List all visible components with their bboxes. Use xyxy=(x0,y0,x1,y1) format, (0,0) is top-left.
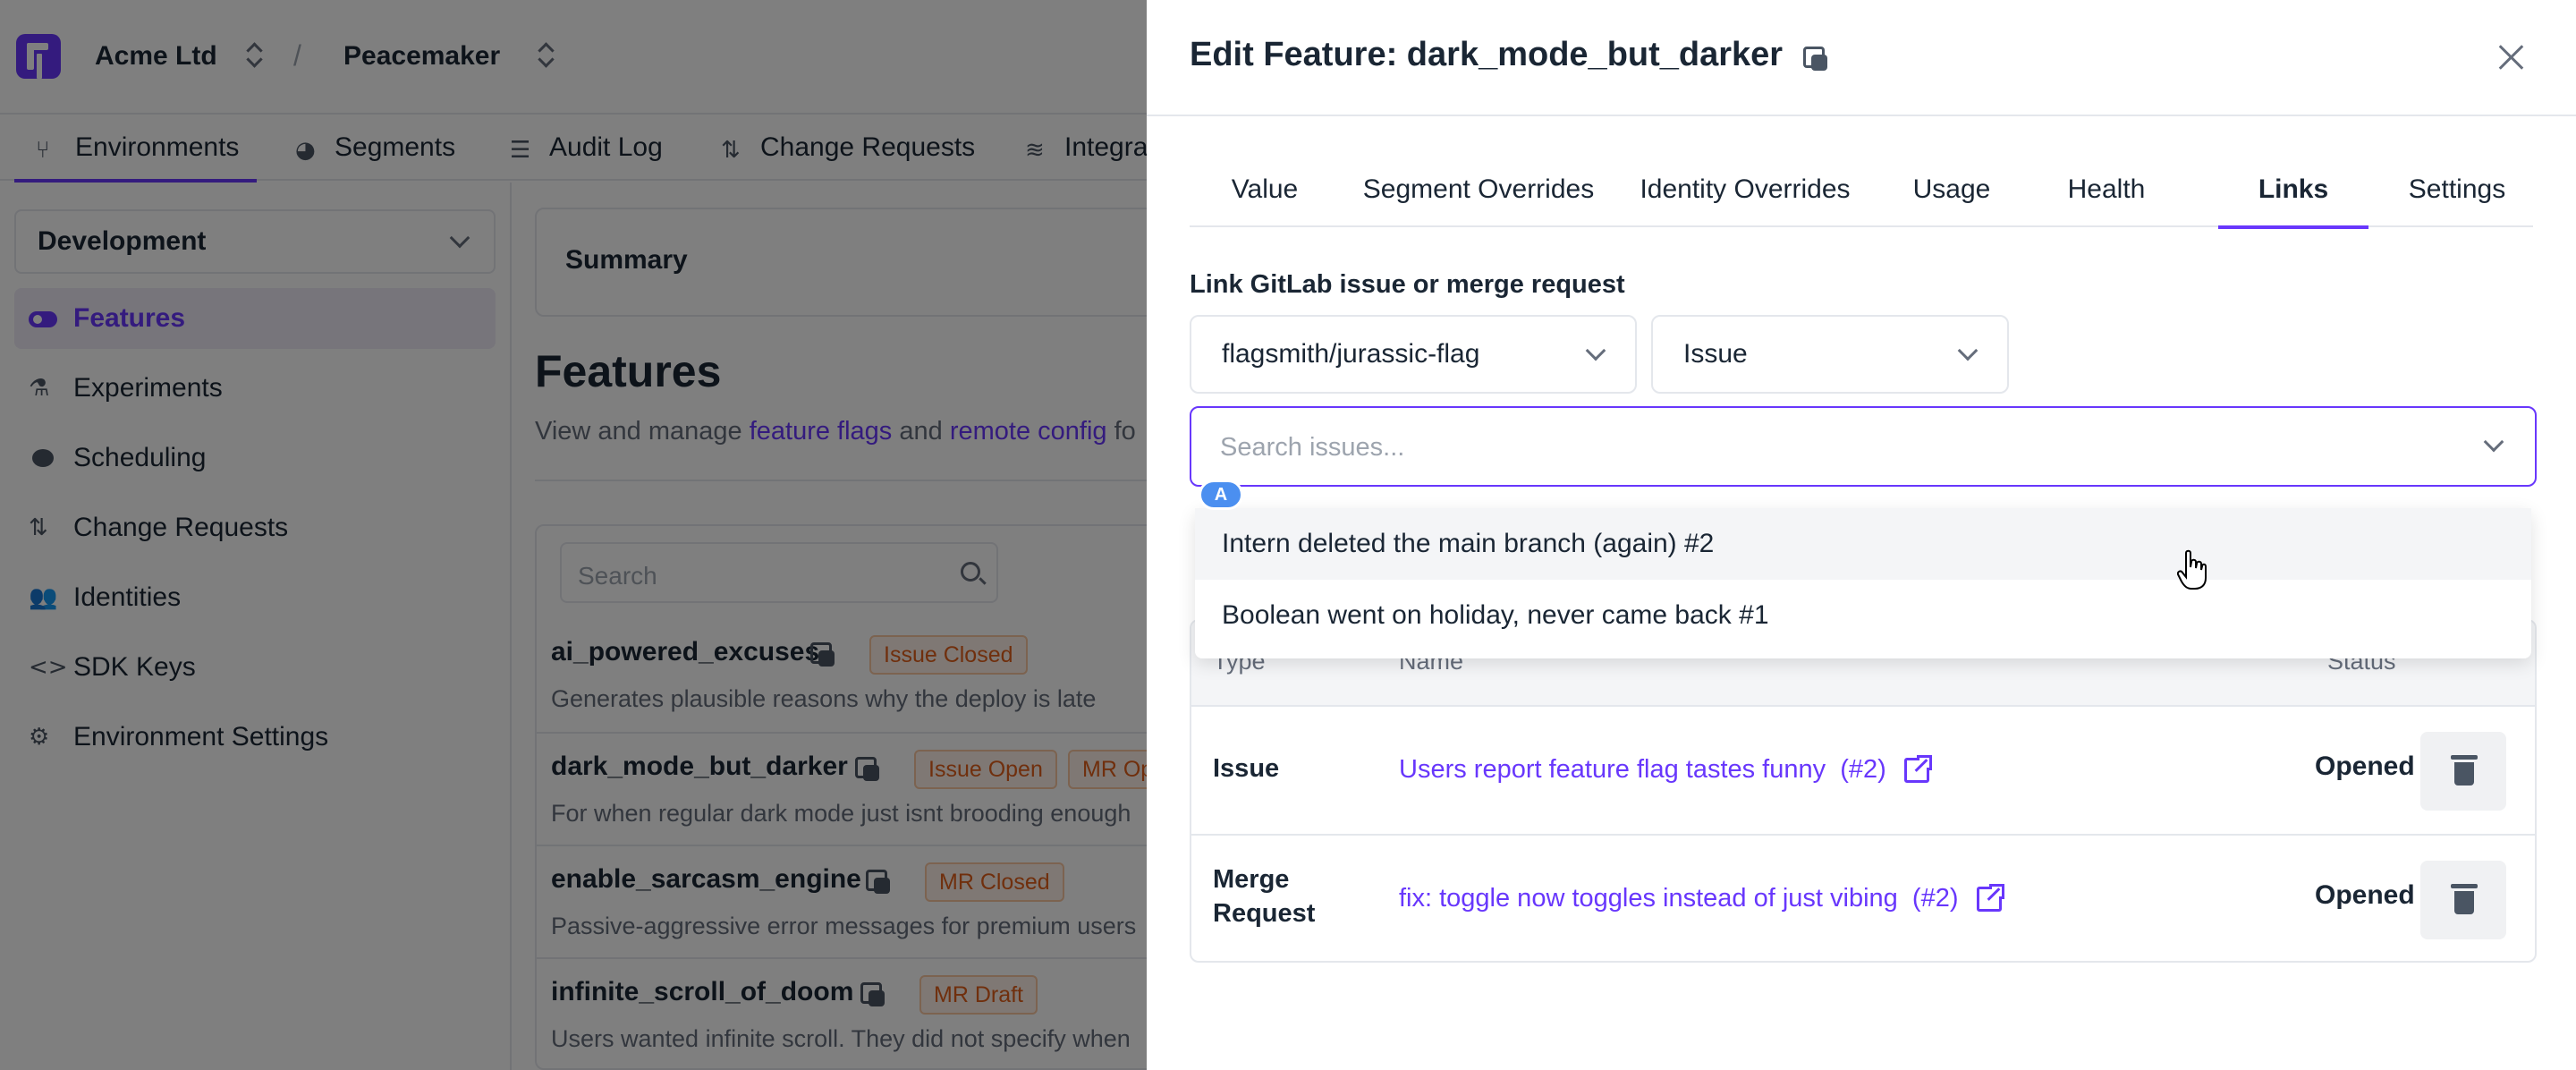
linked-item-number: (#2) xyxy=(1840,755,1886,784)
table-row: Merge Request fix: toggle now toggles in… xyxy=(1191,834,2535,961)
delete-link-button[interactable] xyxy=(2420,732,2506,811)
dropdown-option[interactable]: Intern deleted the main branch (again) #… xyxy=(1195,508,2531,580)
dropdown-option[interactable]: Boolean went on holiday, never came back… xyxy=(1195,580,2531,651)
linked-item-link[interactable]: Users report feature flag tastes funny (… xyxy=(1399,752,1934,785)
chevron-down-icon xyxy=(1585,340,1606,361)
trash-icon xyxy=(2451,884,2478,914)
tab-health[interactable]: Health xyxy=(2030,152,2182,227)
search-issues-field[interactable] xyxy=(1190,406,2537,487)
link-type-select-value: Issue xyxy=(1683,339,1748,369)
external-link-icon xyxy=(1976,881,2006,912)
chevron-down-icon[interactable] xyxy=(2483,431,2504,453)
external-link-icon xyxy=(1903,752,1934,783)
linked-item-title: Users report feature flag tastes funny xyxy=(1399,755,1826,784)
linked-items-table: Type Name Status Issue Users report feat… xyxy=(1190,619,2537,963)
repository-select[interactable]: flagsmith/jurassic-flag xyxy=(1190,315,1637,394)
linked-item-number: (#2) xyxy=(1911,884,1959,913)
link-status: Opened xyxy=(2315,880,2415,910)
tab-usage[interactable]: Usage xyxy=(1873,152,2030,227)
trash-icon xyxy=(2451,755,2478,786)
linked-item-title: fix: toggle now toggles instead of just … xyxy=(1399,884,1898,913)
linked-item-link[interactable]: fix: toggle now toggles instead of just … xyxy=(1399,881,2006,913)
link-type-select[interactable]: Issue xyxy=(1651,315,2009,394)
repository-select-value: flagsmith/jurassic-flag xyxy=(1222,339,1480,369)
hand-pointer-icon xyxy=(2177,549,2207,590)
feature-tabs: Value Segment Overrides Identity Overrid… xyxy=(1190,152,2535,229)
chevron-down-icon xyxy=(1957,340,1979,361)
link-section-label: Link GitLab issue or merge request xyxy=(1190,270,1625,299)
link-type: Merge Request xyxy=(1213,865,1316,928)
tab-links[interactable]: Links xyxy=(2218,152,2368,229)
edit-feature-panel: Edit Feature: dark_mode_but_darker Value… xyxy=(1147,0,2576,1070)
panel-title: Edit Feature: dark_mode_but_darker xyxy=(1190,36,1784,73)
avatar-badge: A xyxy=(1199,480,1243,510)
panel-header: Edit Feature: dark_mode_but_darker xyxy=(1147,0,2576,116)
link-status: Opened xyxy=(2315,752,2415,781)
tab-settings[interactable]: Settings xyxy=(2379,152,2535,227)
copy-icon[interactable] xyxy=(1803,47,1830,73)
table-row: Issue Users report feature flag tastes f… xyxy=(1191,705,2535,834)
tab-value[interactable]: Value xyxy=(1190,152,1340,227)
search-issues-input[interactable] xyxy=(1220,428,2383,467)
close-icon[interactable] xyxy=(2497,43,2526,72)
delete-link-button[interactable] xyxy=(2420,861,2506,939)
link-type: Issue xyxy=(1213,754,1280,783)
issues-dropdown: Intern deleted the main branch (again) #… xyxy=(1195,508,2531,658)
tab-identity-overrides[interactable]: Identity Overrides xyxy=(1617,152,1873,227)
tab-segment-overrides[interactable]: Segment Overrides xyxy=(1340,152,1617,227)
modal-backdrop[interactable] xyxy=(0,0,1147,1070)
